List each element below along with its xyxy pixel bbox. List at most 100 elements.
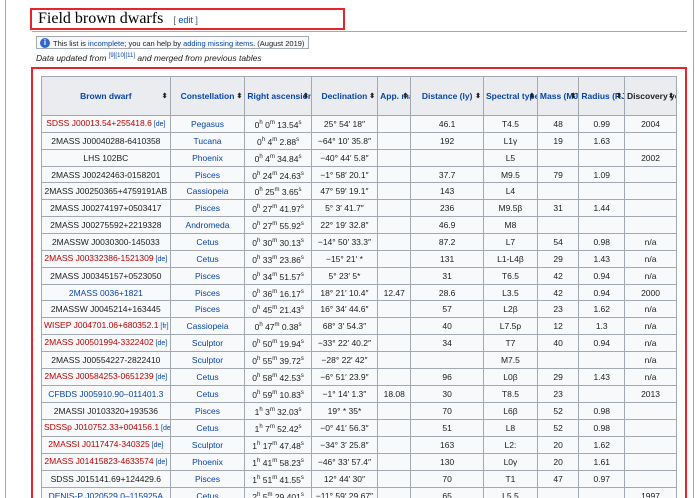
cell-brown-dwarf[interactable]: 2MASS J00584253-0651239 [de] <box>41 368 171 387</box>
cell-brown-dwarf[interactable]: 2MASS J01415823-4633574 [de] <box>41 452 171 471</box>
brown-dwarfs-table: Brown dwarf ⬍ Constellation ⬍ Right ascens… <box>41 76 677 498</box>
cell-constellation[interactable]: Pisces <box>169 401 246 420</box>
sort-icon[interactable]: ⬍ <box>402 91 408 102</box>
cell-app-mag <box>377 486 412 498</box>
cell-brown-dwarf[interactable]: DENIS-P J020529.0–115925A <box>41 486 171 498</box>
cell-discovery-year: n/a <box>624 249 677 268</box>
cell-radius: 1.62 <box>578 300 626 319</box>
cell-app-mag <box>377 115 412 133</box>
cell-distance: 65 <box>410 486 484 498</box>
cell-distance: 40 <box>410 317 484 336</box>
col-header-app-mag[interactable]: App. mag.⬍ <box>377 76 412 116</box>
edit-link-wrapper: [ edit ] <box>173 15 198 25</box>
col-header-radius[interactable]: Radius (RJ) ⬍ <box>578 76 626 116</box>
adding-missing-items-link[interactable]: adding missing items <box>183 39 253 48</box>
cell-constellation[interactable]: Pegasus <box>169 115 246 133</box>
cell-distance: 163 <box>410 435 484 454</box>
edit-section-link[interactable]: edit <box>178 15 193 25</box>
cell-constellation[interactable]: Sculptor <box>169 351 246 370</box>
cell-brown-dwarf[interactable]: SDSS J00013.54+255418.6 [de] <box>41 115 171 133</box>
sort-icon[interactable]: ⬍ <box>303 91 309 102</box>
language-link[interactable]: [de] <box>150 442 164 449</box>
cell-radius: 1.61 <box>578 452 626 471</box>
col-header-declination[interactable]: Declination ⬍ <box>310 76 379 116</box>
cell-constellation[interactable]: Cetus <box>169 418 246 437</box>
sort-icon[interactable]: ⬍ <box>236 91 242 102</box>
cell-constellation[interactable]: Cetus <box>169 249 246 268</box>
cell-constellation[interactable]: Cetus <box>169 385 246 403</box>
cell-constellation[interactable]: Cassiopeia <box>169 317 246 336</box>
sort-icon[interactable]: ⬍ <box>616 91 622 102</box>
cell-brown-dwarf[interactable]: 2MASS 0036+1821 <box>41 283 171 302</box>
cell-constellation[interactable]: Pisces <box>169 266 246 285</box>
cell-app-mag: 18.08 <box>377 385 412 403</box>
col-header-constellation[interactable]: Constellation ⬍ <box>169 76 246 116</box>
language-link[interactable]: [de] <box>154 459 168 466</box>
cell-discovery-year <box>624 435 677 454</box>
cell-mass <box>536 182 580 201</box>
sort-icon[interactable]: ⬍ <box>369 91 375 102</box>
col-header-spectral-type[interactable]: Spectral type ⬍ <box>482 76 538 116</box>
cell-brown-dwarf[interactable]: WISEP J004701.06+680352.1 [fr] <box>41 317 171 336</box>
cell-radius <box>578 182 626 201</box>
sort-icon[interactable]: ⬍ <box>571 91 577 102</box>
cell-brown-dwarf[interactable]: 2MASS J00501994-3322402 [de] <box>41 334 171 353</box>
col-header-brown-dwarf[interactable]: Brown dwarf ⬍ <box>41 76 171 116</box>
cell-constellation[interactable]: Pisces <box>169 300 246 319</box>
col-header-distance[interactable]: Distance (ly) ⬍ <box>410 76 484 116</box>
sort-icon[interactable]: ⬍ <box>668 91 674 102</box>
table-row: 2MASSI J0117474-340325 [de] Sculptor 1h 17… <box>41 435 677 454</box>
reference-links[interactable]: [9][10][11] <box>109 53 135 59</box>
cell-distance: 30 <box>410 385 484 403</box>
language-link[interactable]: [fr] <box>158 323 168 330</box>
cell-mass: 12 <box>536 317 580 336</box>
cell-constellation[interactable]: Pisces <box>169 283 246 302</box>
cell-brown-dwarf[interactable]: 2MASS J00332386-1521309 [de] <box>41 249 171 268</box>
cell-spectral-type: L7.5p <box>482 317 538 336</box>
cell-right-ascension: 1h 51m 41.55s <box>244 469 312 488</box>
cell-constellation[interactable]: Andromeda <box>169 216 246 234</box>
cell-constellation[interactable]: Phoenix <box>169 148 246 167</box>
cell-constellation[interactable]: Pisces <box>169 199 246 218</box>
language-link[interactable]: [de] <box>154 340 168 347</box>
cell-brown-dwarf[interactable]: SDSSp J010752.33+004156.1 [de] <box>41 418 171 437</box>
cell-brown-dwarf: 2MASSI J0103320+193536 <box>41 401 171 420</box>
cell-constellation[interactable]: Phoenix <box>169 452 246 471</box>
cell-right-ascension: 0h 27m 55.92s <box>244 216 312 234</box>
cell-constellation[interactable]: Sculptor <box>169 435 246 454</box>
language-link[interactable]: [de] <box>159 425 169 432</box>
cell-distance: 31 <box>410 266 484 285</box>
cell-constellation[interactable]: Pisces <box>169 165 246 184</box>
sort-icon[interactable]: ⬍ <box>529 91 535 102</box>
incomplete-link[interactable]: incomplete <box>88 39 124 48</box>
cell-constellation[interactable]: Tucana <box>169 132 246 150</box>
cell-distance: 70 <box>410 401 484 420</box>
data-updated-note: Data updated from [9][10][11] and merged… <box>36 53 262 63</box>
cell-right-ascension: 1h 41m 58.23s <box>244 452 312 471</box>
cell-radius: 1.62 <box>578 435 626 454</box>
cell-constellation[interactable]: Cetus <box>169 486 246 498</box>
cell-constellation[interactable]: Cetus <box>169 368 246 387</box>
sort-icon[interactable]: ⬍ <box>162 91 168 102</box>
cell-brown-dwarf: LHS 102BC <box>41 148 171 167</box>
language-link[interactable]: [de] <box>152 121 166 128</box>
cell-distance: 70 <box>410 469 484 488</box>
sort-icon[interactable]: ⬍ <box>475 91 481 102</box>
cell-constellation[interactable]: Pisces <box>169 469 246 488</box>
cell-brown-dwarf[interactable]: 2MASSI J0117474-340325 [de] <box>41 435 171 454</box>
table-row: 2MASS J00250365+4759191AB Cassiopeia 0h 25… <box>41 182 677 201</box>
cell-spectral-type: T4.5 <box>482 115 538 133</box>
cell-brown-dwarf[interactable]: CFBDS J005910.90–011401.3 <box>41 385 171 403</box>
col-header-mass[interactable]: Mass (MJ) ⬍ <box>536 76 580 116</box>
cell-constellation[interactable]: Sculptor <box>169 334 246 353</box>
table-row: SDSSp J010752.33+004156.1 [de]Cetus1h 7m… <box>41 418 677 437</box>
cell-discovery-year <box>624 418 677 437</box>
col-header-discovery-year[interactable]: Discovery year⬍ <box>624 76 677 116</box>
table-row: 2MASS J00242463-0158201 Pisces 0h 24m 24.6… <box>41 165 677 184</box>
col-header-right-ascension[interactable]: Right ascension ⬍ <box>244 76 312 116</box>
cell-constellation[interactable]: Cassiopeia <box>169 182 246 201</box>
table-row: 2MASS J00275592+2219328 Andromeda 0h 27m 5… <box>41 216 677 234</box>
language-link[interactable]: [de] <box>154 374 168 381</box>
language-link[interactable]: [de] <box>154 256 168 263</box>
cell-constellation[interactable]: Cetus <box>169 232 246 251</box>
